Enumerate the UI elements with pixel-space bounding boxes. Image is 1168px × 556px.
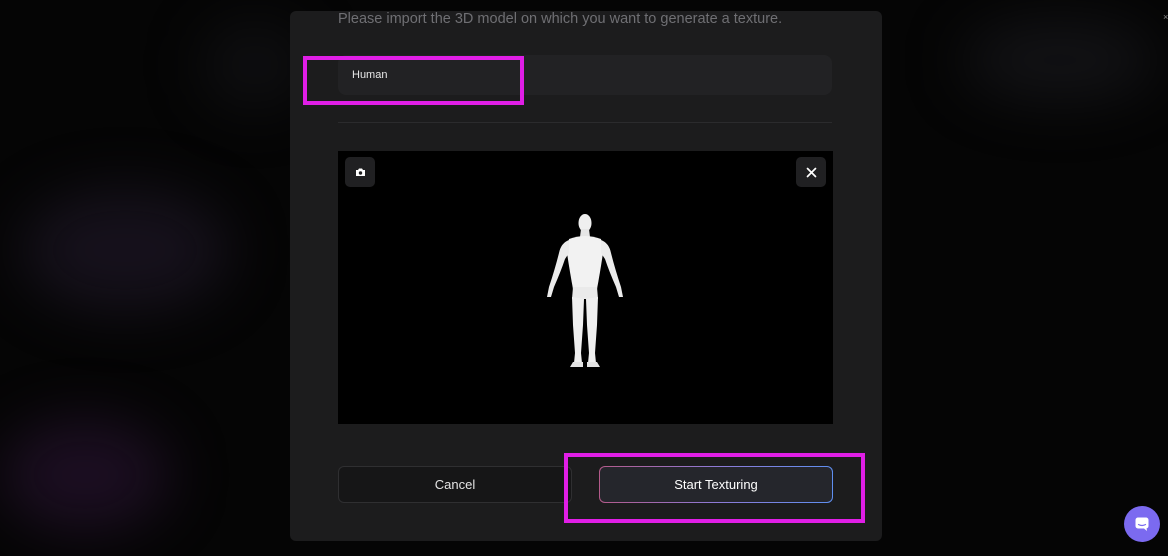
- highlight-box-model-field: [303, 56, 524, 105]
- cancel-button[interactable]: Cancel: [338, 466, 572, 503]
- human-body-model: [547, 214, 623, 367]
- edge-glyph: ×: [1163, 12, 1168, 22]
- camera-icon: [355, 168, 365, 176]
- screenshot-button[interactable]: [345, 157, 375, 187]
- chat-icon: [1135, 517, 1149, 531]
- blurred-background-shape: [20, 190, 230, 310]
- close-icon: [806, 167, 816, 177]
- divider: [338, 122, 832, 123]
- model-preview-viewport[interactable]: [338, 151, 833, 424]
- blurred-background-shape: [960, 20, 1160, 100]
- blurred-background-shape: [0, 420, 170, 530]
- chat-launcher-button[interactable]: [1124, 506, 1160, 542]
- dialog-subtitle: Please import the 3D model on which you …: [338, 11, 783, 27]
- highlight-box-start-button: [564, 453, 865, 523]
- remove-model-button[interactable]: [796, 157, 826, 187]
